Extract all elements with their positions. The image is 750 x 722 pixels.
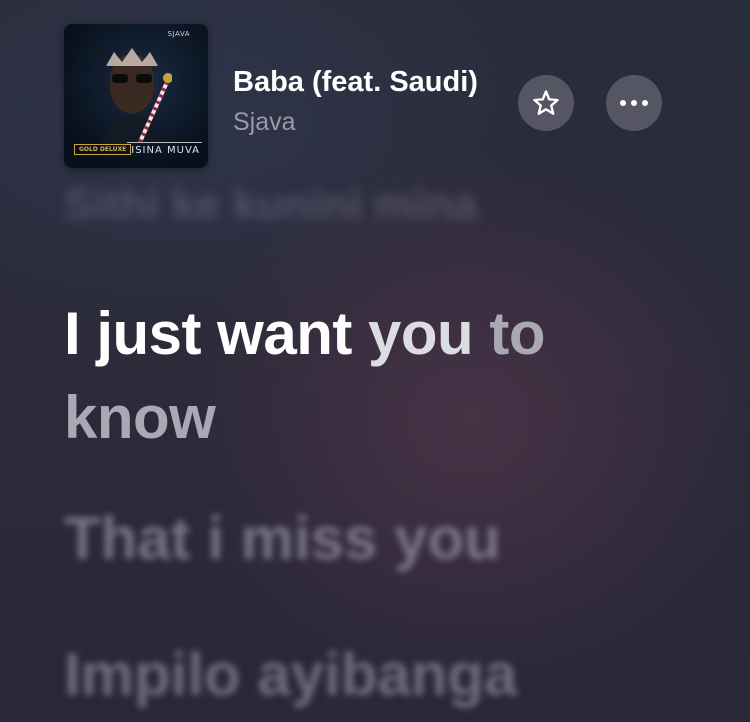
- previous-lyric-line[interactable]: Sithi ke kunini mina: [64, 180, 477, 230]
- lyric-partial-part: you: [368, 300, 474, 367]
- next-lyric-line[interactable]: Impilo ayibanga: [64, 640, 517, 709]
- artist-name[interactable]: Sjava: [233, 108, 296, 137]
- favorite-button[interactable]: [518, 75, 574, 131]
- now-playing-header: SJAVA GOLD DELUXE ISINA MUVA Baba (feat.…: [0, 0, 750, 175]
- cover-edition-badge: GOLD DELUXE: [74, 144, 132, 155]
- star-icon: [533, 90, 559, 115]
- lyric-sung-part: I just want: [64, 300, 369, 367]
- cover-artist-figure: [102, 48, 172, 144]
- more-options-button[interactable]: [606, 75, 662, 131]
- cover-album-name: ISINA MUVA: [127, 142, 202, 156]
- cover-artist-mark: SJAVA: [167, 30, 190, 38]
- album-cover[interactable]: SJAVA GOLD DELUXE ISINA MUVA: [64, 24, 208, 168]
- track-title[interactable]: Baba (feat. Saudi): [233, 66, 511, 99]
- current-lyric-line[interactable]: I just want you to know: [64, 292, 664, 460]
- ellipsis-icon: [620, 100, 648, 106]
- next-lyric-line[interactable]: That i miss you: [64, 504, 501, 573]
